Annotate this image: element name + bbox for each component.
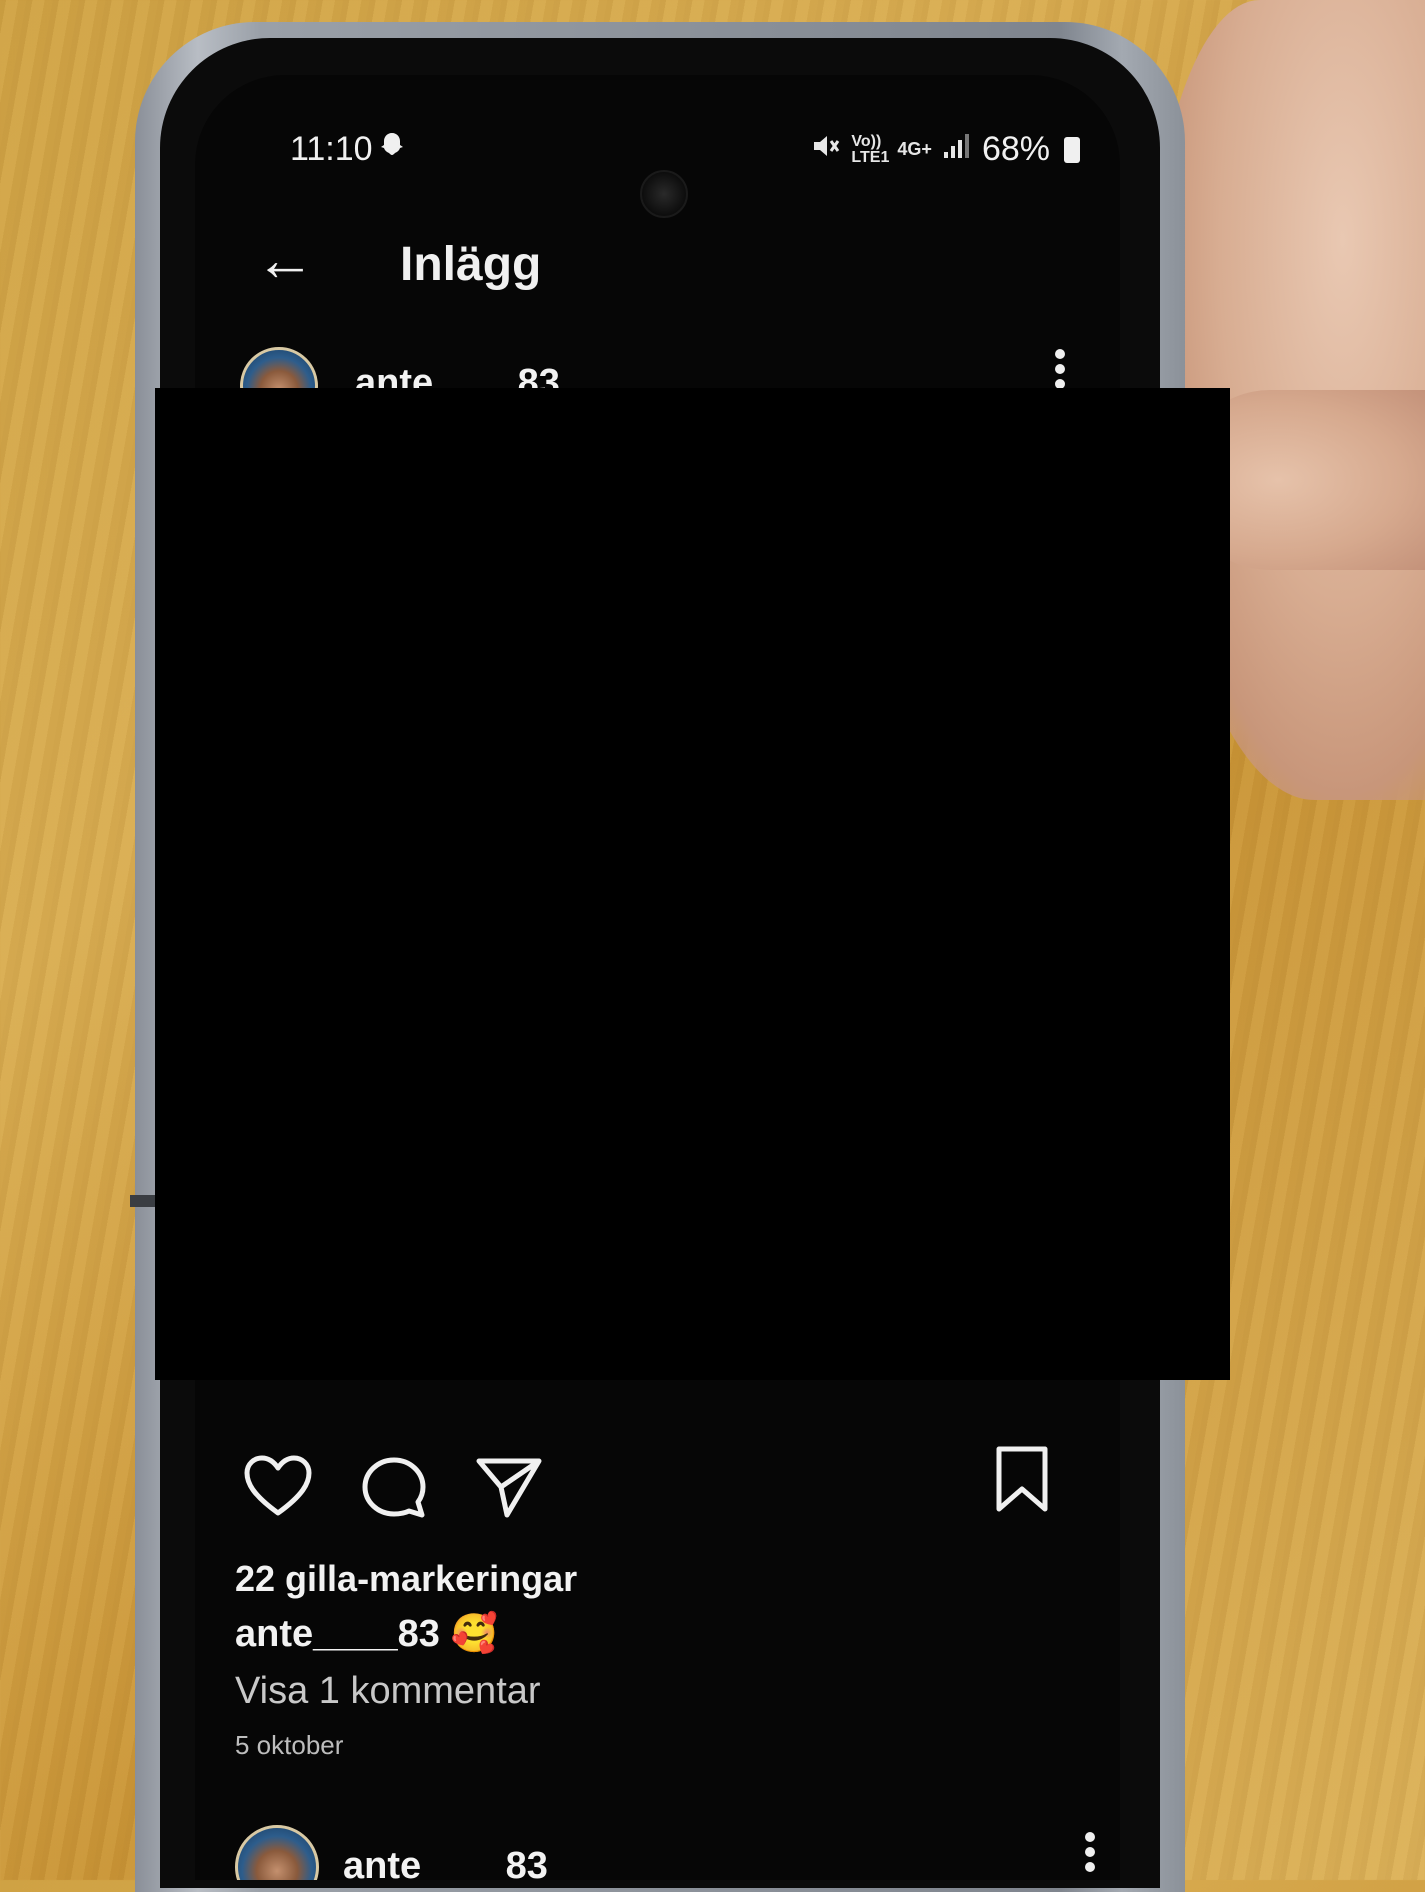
avatar[interactable]	[235, 1825, 319, 1880]
battery-icon	[1064, 136, 1080, 163]
system-icons: Vo)) LTE1 4G+ 68%	[811, 130, 1080, 169]
share-send-icon[interactable]	[475, 1455, 543, 1524]
redacted-post-image	[155, 388, 1230, 1380]
bookmark-save-icon[interactable]	[993, 1445, 1051, 1520]
mute-icon	[811, 132, 841, 167]
next-post-username[interactable]: ante____83	[343, 1845, 548, 1880]
more-options-icon[interactable]	[1050, 347, 1070, 391]
post-actions	[195, 1446, 1120, 1526]
comment-icon[interactable]	[360, 1455, 428, 1526]
battery-percentage: 68%	[981, 130, 1050, 168]
post-date: 5 oktober	[235, 1730, 344, 1760]
volte-label: Vo)) LTE1	[851, 132, 890, 166]
caption: ante____83 🥰	[235, 1612, 498, 1656]
like-heart-icon[interactable]	[243, 1455, 313, 1524]
data-type-label: 4G+	[897, 139, 932, 159]
more-options-icon[interactable]	[1080, 1830, 1100, 1874]
app-bar: ← Inlägg	[195, 215, 1120, 305]
snapchat-ghost-icon	[377, 130, 407, 168]
signal-icon	[942, 132, 972, 167]
caption-emoji: 🥰	[450, 1613, 498, 1655]
caption-username[interactable]: ante____83	[235, 1613, 440, 1655]
front-camera	[640, 170, 688, 218]
view-comments-link[interactable]: Visa 1 kommentar	[235, 1670, 541, 1713]
next-post-header: ante____83	[195, 1820, 1120, 1880]
page-title: Inlägg	[400, 238, 542, 291]
likes-count[interactable]: 22 gilla-markeringar	[235, 1558, 577, 1600]
back-arrow-icon[interactable]: ←	[255, 230, 315, 290]
status-bar: 11:10 Vo)) LTE1 4G+ 68%	[195, 130, 1120, 218]
status-time: 11:10	[290, 130, 373, 168]
